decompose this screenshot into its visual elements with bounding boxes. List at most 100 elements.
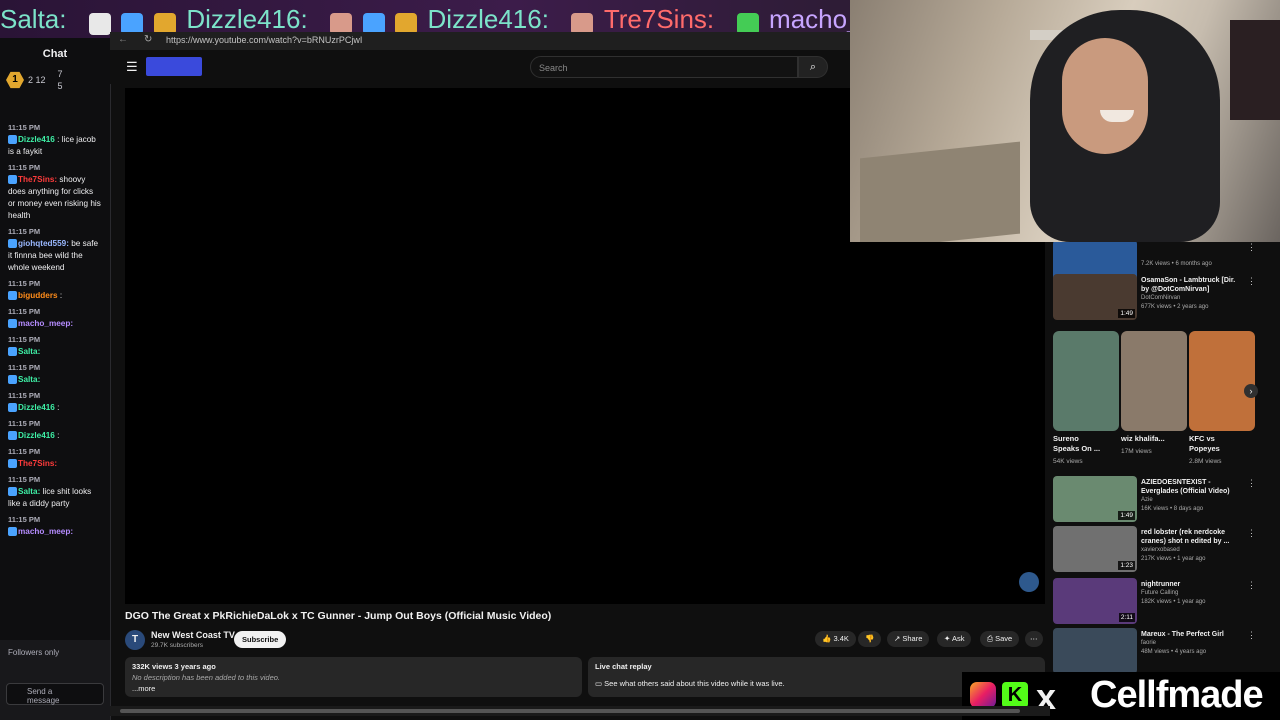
chat-username[interactable]: macho_meep: bbox=[18, 527, 73, 536]
recommended-title[interactable]: nightrunner bbox=[1141, 580, 1241, 589]
leaderboard-count: 7 bbox=[57, 69, 63, 79]
back-icon[interactable]: ← bbox=[118, 34, 128, 45]
short-thumbnail[interactable] bbox=[1121, 331, 1187, 431]
chat-username[interactable]: giohqted559: bbox=[18, 239, 69, 248]
instagram-icon bbox=[970, 682, 996, 708]
brand-name: Cellfmade bbox=[1090, 674, 1264, 716]
description-box[interactable]: 332K views 3 years ago No description ha… bbox=[125, 657, 582, 697]
chat-message: 11:15 PM macho_meep: bbox=[0, 304, 110, 332]
avatar[interactable]: T bbox=[125, 630, 145, 650]
badge-icon bbox=[8, 175, 17, 185]
menu-icon[interactable]: ☰ bbox=[126, 59, 138, 75]
person-face bbox=[1062, 38, 1148, 154]
more-options-icon[interactable]: ⋮ bbox=[1247, 580, 1256, 591]
chat-timestamp: 11:15 PM bbox=[8, 307, 41, 316]
more-options-icon[interactable]: ⋮ bbox=[1247, 478, 1256, 489]
chat-username[interactable]: Dizzle416 bbox=[18, 135, 55, 144]
scrollbar-thumb[interactable] bbox=[120, 709, 1020, 713]
save-button[interactable]: ⎙ Save bbox=[980, 631, 1020, 647]
badge-icon bbox=[8, 459, 17, 469]
url-text[interactable]: https://www.youtube.com/watch?v=bRNUzrPC… bbox=[166, 35, 362, 45]
chat-message: 11:15 PM The7Sins: bbox=[0, 444, 110, 472]
chat-username[interactable]: The7Sins: bbox=[18, 459, 57, 468]
chat-text: : bbox=[57, 403, 60, 412]
chat-username[interactable]: Salta: bbox=[18, 347, 40, 356]
chat-message: 11:15 PM Salta: bbox=[0, 360, 110, 388]
more-actions-icon[interactable]: ⋯ bbox=[1025, 631, 1043, 647]
short-title[interactable]: wiz khalifa... bbox=[1121, 434, 1177, 444]
badge-icon bbox=[8, 527, 17, 537]
subscribe-button[interactable]: Subscribe bbox=[234, 631, 287, 648]
more-options-icon[interactable]: ⋮ bbox=[1247, 276, 1256, 287]
chevron-right-icon[interactable]: › bbox=[1244, 384, 1258, 398]
more-options-icon[interactable]: ⋮ bbox=[1247, 242, 1256, 253]
search-input[interactable]: Search bbox=[530, 56, 798, 78]
short-title[interactable]: KFC vs Popeyes bbox=[1189, 434, 1235, 454]
recommended-video[interactable]: 1:49 AZIEDOESNTEXIST - Everglades (Offici… bbox=[1053, 476, 1256, 522]
chat-timestamp: 11:15 PM bbox=[8, 227, 41, 236]
view-count: 332K views 3 years ago bbox=[132, 662, 216, 671]
chat-timestamp: 11:15 PM bbox=[8, 163, 41, 172]
recommended-channel[interactable]: DotComNirvan bbox=[1141, 295, 1180, 301]
recommended-title[interactable]: Mareux - The Perfect Girl bbox=[1141, 630, 1241, 639]
chat-timestamp: 11:15 PM bbox=[8, 363, 41, 372]
short-thumbnail[interactable] bbox=[1189, 331, 1255, 431]
reload-icon[interactable]: ↻ bbox=[144, 34, 152, 45]
address-bar[interactable]: ← ↻ https://www.youtube.com/watch?v=bRNU… bbox=[110, 32, 850, 50]
chat-username[interactable]: macho_meep: bbox=[18, 319, 73, 328]
recommended-meta: 7.2K views • 6 months ago bbox=[1141, 261, 1212, 267]
recommended-video[interactable]: Mareux - The Perfect Girl faorie 48M views… bbox=[1053, 628, 1256, 674]
chat-username[interactable]: Dizzle416 bbox=[18, 431, 55, 440]
bookmark-icon: ⎙ bbox=[987, 634, 996, 643]
chat-text: : bbox=[59, 291, 63, 300]
chat-username[interactable]: bigudders bbox=[18, 291, 58, 300]
chat-username[interactable]: The7Sins: bbox=[18, 175, 57, 184]
recommended-channel[interactable]: Azie bbox=[1141, 497, 1153, 503]
recommended-video[interactable]: 1:49 OsamaSon - Lambtruck [Dir. by @DotCo… bbox=[1053, 274, 1256, 320]
recommended-channel[interactable]: faorie bbox=[1141, 640, 1156, 646]
recommended-title[interactable]: AZIEDOESNTEXIST - Everglades (Official V… bbox=[1141, 478, 1241, 496]
chat-timestamp: 11:15 PM bbox=[8, 279, 41, 288]
recommended-video[interactable]: 1:23 red lobster (rek nerdcoke cranes) sh… bbox=[1053, 526, 1256, 572]
horizontal-scrollbar[interactable] bbox=[110, 706, 1050, 716]
recommended-meta: 217K views • 1 year ago bbox=[1141, 556, 1206, 562]
chat-input[interactable]: Send a message bbox=[6, 683, 104, 705]
more-link[interactable]: ...more bbox=[132, 684, 575, 693]
recommended-meta: 48M views • 4 years ago bbox=[1141, 649, 1207, 655]
ask-button[interactable]: ✦ Ask bbox=[937, 631, 972, 647]
search-icon[interactable]: ⌕ bbox=[798, 56, 828, 78]
like-button[interactable]: 👍 3.4K bbox=[815, 631, 856, 647]
chat-message: 11:15 PM Salta: bbox=[0, 332, 110, 360]
ticker-item: Salta: bbox=[0, 4, 67, 34]
short-thumbnail[interactable] bbox=[1053, 331, 1119, 431]
more-options-icon[interactable]: ⋮ bbox=[1247, 630, 1256, 641]
chat-username[interactable]: Salta: bbox=[18, 375, 40, 384]
share-label: Share bbox=[902, 634, 923, 643]
followers-only-label: Followers only bbox=[8, 648, 60, 657]
youtube-header: ☰ Search ⌕ bbox=[110, 50, 850, 84]
recommended-channel[interactable]: xavierxobased bbox=[1141, 547, 1180, 553]
thumbs-down-icon: 👎 bbox=[865, 634, 875, 643]
video-thumbnail[interactable] bbox=[1053, 628, 1137, 674]
dislike-button[interactable]: 👎 bbox=[858, 631, 882, 647]
chat-spacer bbox=[0, 92, 110, 120]
chat-username[interactable]: Dizzle416 bbox=[18, 403, 55, 412]
chat-leaderboard[interactable]: 1 2 12 7 5 bbox=[0, 68, 110, 92]
share-button[interactable]: ↗ Share bbox=[887, 631, 930, 647]
recommended-title[interactable]: OsamaSon - Lambtruck [Dir. by @DotComNir… bbox=[1141, 276, 1241, 294]
recommended-meta: 16K views • 8 days ago bbox=[1141, 506, 1204, 512]
channel-name[interactable]: New West Coast TV bbox=[151, 630, 235, 640]
ask-label: Ask bbox=[951, 634, 965, 643]
recommended-title[interactable]: red lobster (rek nerdcoke cranes) shot n… bbox=[1141, 528, 1241, 546]
more-options-icon[interactable]: ⋮ bbox=[1247, 528, 1256, 539]
recommended-video[interactable]: 2:11 nightrunner Future Calling 182K views … bbox=[1053, 578, 1256, 624]
chat-bubble-icon: ▭ bbox=[595, 679, 605, 688]
logo-image[interactable] bbox=[146, 57, 202, 76]
short-title[interactable]: Sureno Speaks On ... bbox=[1053, 434, 1105, 454]
chat-timestamp: 11:15 PM bbox=[8, 419, 41, 428]
chat-username[interactable]: Salta: bbox=[18, 487, 40, 496]
short-views: 17M views bbox=[1121, 448, 1152, 455]
recommended-channel[interactable]: Future Calling bbox=[1141, 590, 1178, 596]
video-title: DGO The Great x PkRichieDaLok x TC Gunne… bbox=[125, 610, 552, 622]
gold-hex-icon: 1 bbox=[6, 71, 24, 89]
